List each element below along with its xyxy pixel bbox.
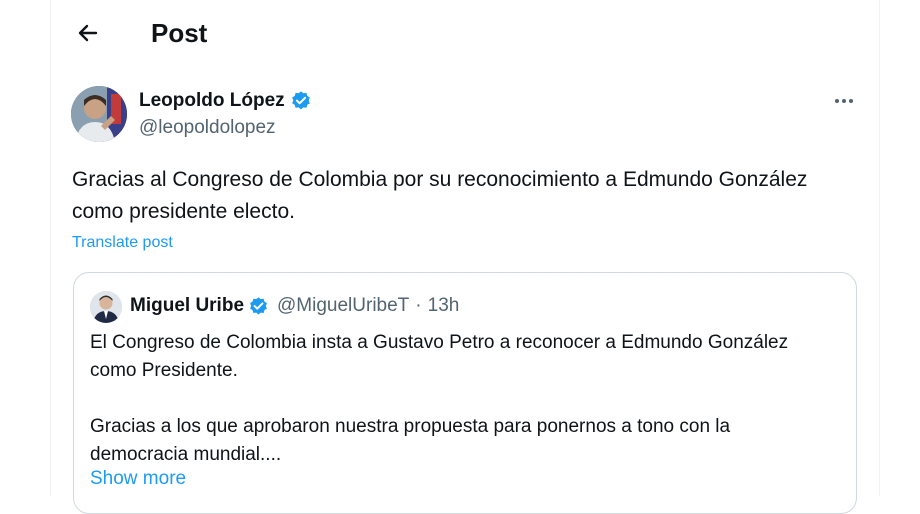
quote-avatar-image bbox=[90, 291, 122, 323]
quote-author-handle: @MiguelUribeT bbox=[277, 295, 410, 316]
translate-post-link[interactable]: Translate post bbox=[72, 233, 173, 253]
more-options-icon[interactable] bbox=[829, 88, 859, 114]
back-button[interactable] bbox=[73, 18, 103, 48]
post-header: Post bbox=[51, 0, 879, 68]
verified-badge-icon bbox=[250, 296, 267, 314]
author-name[interactable]: Leopoldo López bbox=[139, 90, 312, 112]
author-name-label: Leopoldo López bbox=[139, 90, 285, 111]
quoted-post-card[interactable]: Miguel Uribe @MiguelUribeT · 13h El Cong… bbox=[73, 272, 857, 514]
author-handle[interactable]: @leopoldolopez bbox=[139, 117, 276, 139]
quote-avatar[interactable] bbox=[90, 291, 122, 323]
post-text: Gracias al Congreso de Colombia por su r… bbox=[72, 168, 808, 223]
quote-author-name[interactable]: Miguel Uribe bbox=[130, 294, 244, 318]
arrow-left-icon bbox=[78, 24, 98, 42]
quote-paragraph: Gracias a los que aprobaron nuestra prop… bbox=[90, 416, 731, 465]
quote-paragraph: El Congreso de Colombia insta a Gustavo … bbox=[90, 332, 789, 381]
quote-timestamp[interactable]: 13h bbox=[428, 294, 460, 318]
avatar[interactable] bbox=[71, 86, 127, 142]
show-more-link[interactable]: Show more bbox=[90, 467, 186, 491]
post-column: Post Leopoldo López @leopoldolopez Graci… bbox=[50, 0, 880, 514]
quote-separator: · bbox=[415, 295, 422, 316]
quote-text: El Congreso de Colombia insta a Gustavo … bbox=[90, 329, 830, 469]
avatar-image bbox=[71, 86, 127, 142]
quote-header: Miguel Uribe @MiguelUribeT · 13h bbox=[130, 294, 459, 318]
verified-badge-icon bbox=[291, 91, 310, 110]
page-title: Post bbox=[151, 18, 208, 48]
